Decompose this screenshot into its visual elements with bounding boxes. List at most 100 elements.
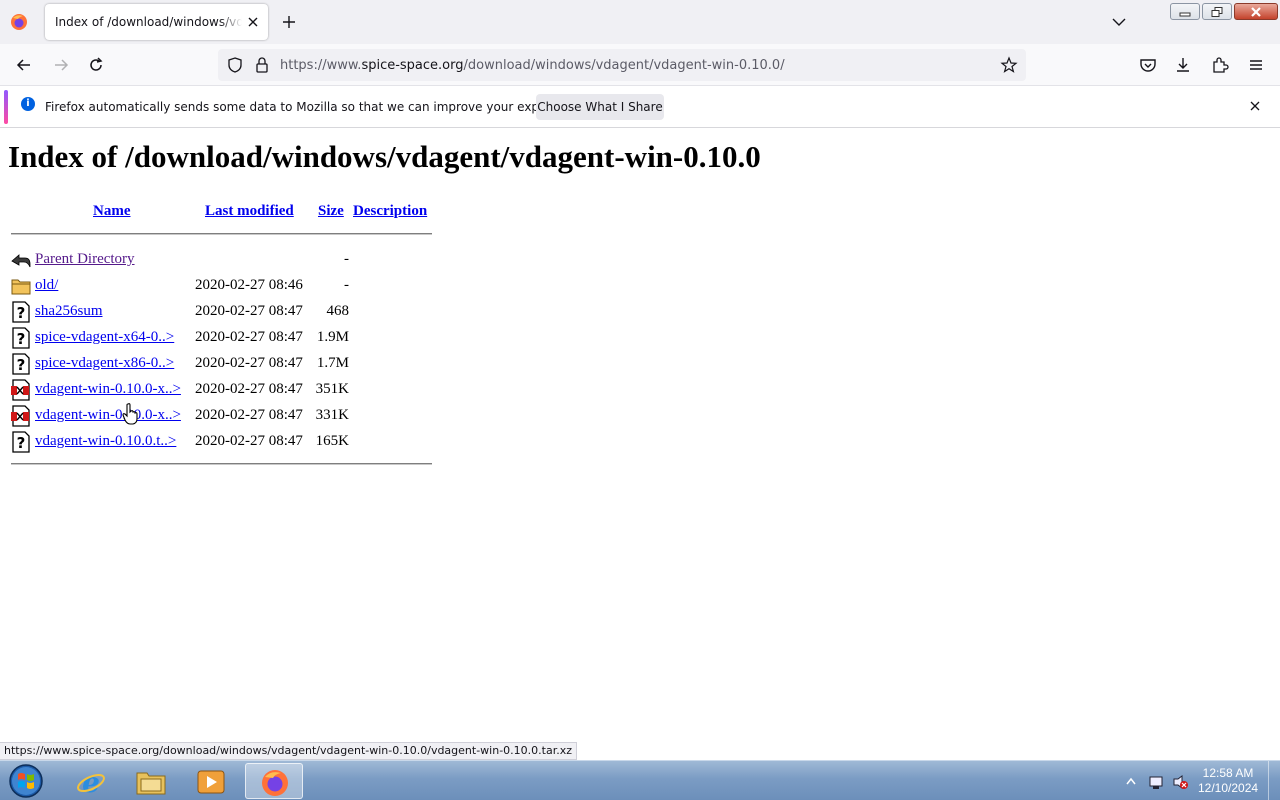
minimize-icon <box>1179 12 1191 16</box>
table-row: vdagent-win-0.10.0-x..> 2020-02-27 08:47… <box>0 405 440 427</box>
unknown-file-icon: ? <box>12 431 30 453</box>
navigation-toolbar: https://www.spice-space.org/download/win… <box>0 44 1280 86</box>
taskbar-file-explorer[interactable] <box>122 763 180 799</box>
folder-icon <box>11 279 31 295</box>
notification-message: Firefox automatically sends some data to… <box>45 100 588 114</box>
parent-directory-link[interactable]: Parent Directory <box>35 251 135 268</box>
system-tray-icons[interactable] <box>1124 773 1194 791</box>
tab-close-icon[interactable] <box>245 14 261 30</box>
taskbar-media-player[interactable] <box>182 763 240 799</box>
file-link[interactable]: vdagent-win-0.10.0-x..> <box>35 407 181 424</box>
file-link[interactable]: old/ <box>35 277 58 294</box>
unknown-file-icon: ? <box>12 353 30 375</box>
svg-text:?: ? <box>17 434 26 452</box>
size-value: 1.7M <box>316 355 349 371</box>
tab-strip: Index of /download/windows/vdagent/vdage… <box>0 0 1280 44</box>
lock-icon[interactable] <box>254 56 270 74</box>
data-collection-notification: i Firefox automatically sends some data … <box>0 86 1280 128</box>
restore-button[interactable] <box>1202 3 1232 20</box>
internet-explorer-icon: e <box>77 767 105 797</box>
sort-by-last-modified-link[interactable]: Last modified <box>205 203 294 220</box>
file-link[interactable]: vdagent-win-0.10.0-x..> <box>35 381 181 398</box>
pocket-icon[interactable] <box>1138 55 1158 75</box>
svg-text:?: ? <box>17 304 26 322</box>
page-content: Index of /download/windows/vdagent/vdage… <box>0 129 1280 742</box>
size-value: 165K <box>315 433 349 449</box>
sort-by-size-link[interactable]: Size <box>318 203 344 220</box>
clock-time: 12:58 AM <box>1202 766 1254 780</box>
windows-taskbar: e 12:58 AM 12/10/2024 <box>0 760 1280 800</box>
tab-title: Index of /download/windows/vdagent/vdage… <box>55 15 242 29</box>
url-text[interactable]: https://www.spice-space.org/download/win… <box>280 58 785 73</box>
system-clock[interactable]: 12:58 AM 12/10/2024 <box>1198 766 1258 796</box>
clock-date: 12/10/2024 <box>1198 781 1259 795</box>
tab-active[interactable]: Index of /download/windows/vdagent/vdage… <box>45 4 268 40</box>
table-row: old/ 2020-02-27 08:46 - <box>0 275 440 297</box>
close-notification-icon[interactable] <box>1248 99 1262 113</box>
size-value: - <box>344 277 349 293</box>
svg-text:?: ? <box>17 356 26 374</box>
header-divider <box>11 233 432 235</box>
firefox-view-icon[interactable] <box>9 12 29 32</box>
file-link[interactable]: spice-vdagent-x86-0..> <box>35 355 174 372</box>
reload-button[interactable] <box>86 55 106 75</box>
table-row: Parent Directory - <box>0 249 440 271</box>
table-row: ? spice-vdagent-x64-0..> 2020-02-27 08:4… <box>0 327 440 349</box>
url-bar[interactable]: https://www.spice-space.org/download/win… <box>218 49 1026 81</box>
window-controls <box>1170 3 1278 20</box>
minimize-button[interactable] <box>1170 3 1200 20</box>
media-player-icon <box>197 770 225 794</box>
taskbar-internet-explorer[interactable]: e <box>62 763 120 799</box>
tracking-protection-shield-icon[interactable] <box>226 56 244 74</box>
last-modified-value: 2020-02-27 08:47 <box>195 381 303 397</box>
footer-divider <box>11 463 432 465</box>
url-host: spice-space.org <box>361 58 464 73</box>
bookmark-star-icon[interactable] <box>1000 56 1018 74</box>
back-icon <box>11 254 31 268</box>
size-value: 351K <box>315 381 349 397</box>
file-link[interactable]: sha256sum <box>35 303 103 320</box>
last-modified-value: 2020-02-27 08:47 <box>195 355 303 371</box>
table-row: ? sha256sum 2020-02-27 08:47 468 <box>0 301 440 323</box>
size-value: 468 <box>326 303 350 319</box>
forward-button[interactable] <box>51 55 71 75</box>
back-button[interactable] <box>14 55 34 75</box>
unknown-file-icon: ? <box>12 327 30 349</box>
hand-cursor-icon <box>122 403 138 425</box>
table-row: vdagent-win-0.10.0-x..> 2020-02-27 08:47… <box>0 379 440 401</box>
firefox-icon <box>262 770 288 796</box>
url-path: /download/windows/vdagent/vdagent-win-0.… <box>463 58 785 73</box>
file-link[interactable]: spice-vdagent-x64-0..> <box>35 329 174 346</box>
choose-what-i-share-button[interactable]: Choose What I Share <box>536 94 664 120</box>
last-modified-value: 2020-02-27 08:47 <box>195 433 303 449</box>
size-value: 331K <box>315 407 349 423</box>
extensions-icon[interactable] <box>1210 55 1230 75</box>
table-row: ? vdagent-win-0.10.0.t..> 2020-02-27 08:… <box>0 431 440 453</box>
table-row: ? spice-vdagent-x86-0..> 2020-02-27 08:4… <box>0 353 440 375</box>
size-value: - <box>344 251 349 267</box>
show-desktop-button[interactable] <box>1268 761 1280 800</box>
file-explorer-icon <box>136 772 166 795</box>
last-modified-value: 2020-02-27 08:47 <box>195 303 303 319</box>
close-window-button[interactable] <box>1234 3 1278 20</box>
info-icon: i <box>21 97 35 111</box>
sort-by-description-link[interactable]: Description <box>353 203 427 220</box>
close-icon <box>1251 6 1261 17</box>
new-tab-icon[interactable] <box>280 13 298 31</box>
svg-text:?: ? <box>17 330 26 348</box>
menu-icon[interactable] <box>1246 55 1266 75</box>
link-status-url: https://www.spice-space.org/download/win… <box>0 742 577 760</box>
sort-by-name-link[interactable]: Name <box>93 203 131 220</box>
binary-file-icon <box>11 405 30 427</box>
svg-text:e: e <box>82 767 100 797</box>
downloads-icon[interactable] <box>1173 55 1193 75</box>
file-link[interactable]: vdagent-win-0.10.0.t..> <box>35 433 176 450</box>
restore-icon <box>1211 6 1223 17</box>
notification-accent-bar <box>4 90 8 124</box>
last-modified-value: 2020-02-27 08:46 <box>195 277 303 293</box>
binary-file-icon <box>11 379 30 401</box>
taskbar-firefox[interactable] <box>245 763 303 799</box>
start-button[interactable] <box>6 763 46 799</box>
list-all-tabs-icon[interactable] <box>1110 13 1128 31</box>
url-prefix: https://www. <box>280 58 362 73</box>
